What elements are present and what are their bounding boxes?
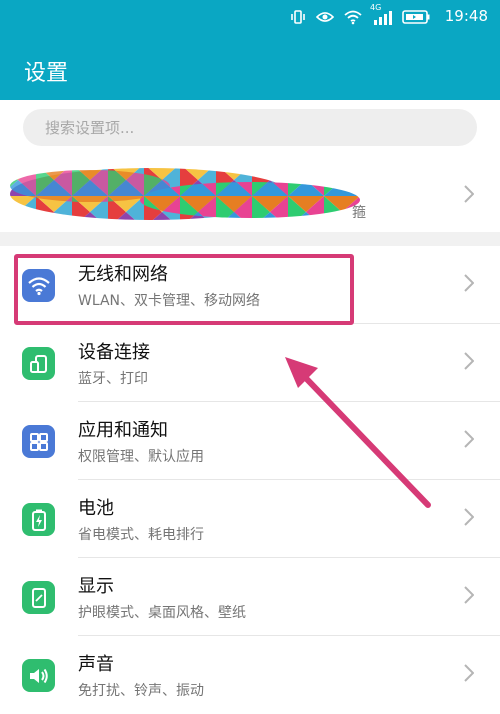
account-card[interactable]: 箍	[0, 158, 500, 232]
status-icons: 4G	[290, 3, 430, 26]
chevron-right-icon	[464, 274, 474, 292]
item-title: 电池	[78, 498, 114, 519]
chevron-right-icon	[464, 586, 474, 604]
sound-icon	[29, 668, 48, 683]
vibrate-icon	[291, 10, 305, 24]
settings-item-apps-notifications[interactable]: 应用和通知 权限管理、默认应用	[0, 402, 500, 480]
battery-icon	[402, 10, 430, 24]
signal-icon	[374, 11, 392, 25]
status-bar: 4G 19:48	[0, 0, 500, 34]
item-title: 设备连接	[78, 342, 150, 363]
eye-icon	[316, 12, 334, 22]
search-section: 搜索设置项...	[0, 100, 500, 158]
icon-tile	[22, 581, 55, 614]
annotation-highlight-box	[14, 254, 354, 325]
settings-item-display[interactable]: 显示 护眼模式、桌面风格、壁纸	[0, 558, 500, 636]
item-title: 显示	[78, 576, 114, 597]
search-input[interactable]: 搜索设置项...	[23, 109, 477, 146]
wifi-icon	[344, 10, 362, 25]
settings-item-device-connection[interactable]: 设备连接 蓝牙、打印	[0, 324, 500, 402]
item-subtitle: 免打扰、铃声、振动	[78, 683, 204, 699]
section-divider	[0, 232, 500, 246]
chevron-right-icon	[464, 430, 474, 448]
profile-partial-text: 箍	[352, 205, 366, 221]
apps-icon	[29, 432, 48, 451]
obscured-profile-pattern	[10, 168, 360, 220]
item-subtitle: 蓝牙、打印	[78, 371, 148, 387]
battery-icon	[31, 509, 46, 531]
display-icon	[31, 587, 46, 608]
icon-tile	[22, 659, 55, 692]
item-subtitle: 护眼模式、桌面风格、壁纸	[78, 605, 246, 621]
item-title: 声音	[78, 654, 114, 675]
icon-tile	[22, 425, 55, 458]
device-connection-icon	[29, 354, 47, 373]
icon-tile	[22, 347, 55, 380]
status-time: 19:48	[444, 7, 488, 25]
app-header: 4G 19:48 设置	[0, 0, 500, 100]
chevron-right-icon	[464, 664, 474, 682]
icon-tile	[22, 503, 55, 536]
item-subtitle: 省电模式、耗电排行	[78, 527, 204, 543]
settings-item-sound[interactable]: 声音 免打扰、铃声、振动	[0, 636, 500, 714]
page-title: 设置	[24, 61, 69, 86]
chevron-right-icon	[464, 185, 474, 203]
settings-item-battery[interactable]: 电池 省电模式、耗电排行	[0, 480, 500, 558]
chevron-right-icon	[464, 508, 474, 526]
item-subtitle: 权限管理、默认应用	[78, 449, 204, 465]
chevron-right-icon	[464, 352, 474, 370]
item-title: 应用和通知	[78, 420, 168, 441]
